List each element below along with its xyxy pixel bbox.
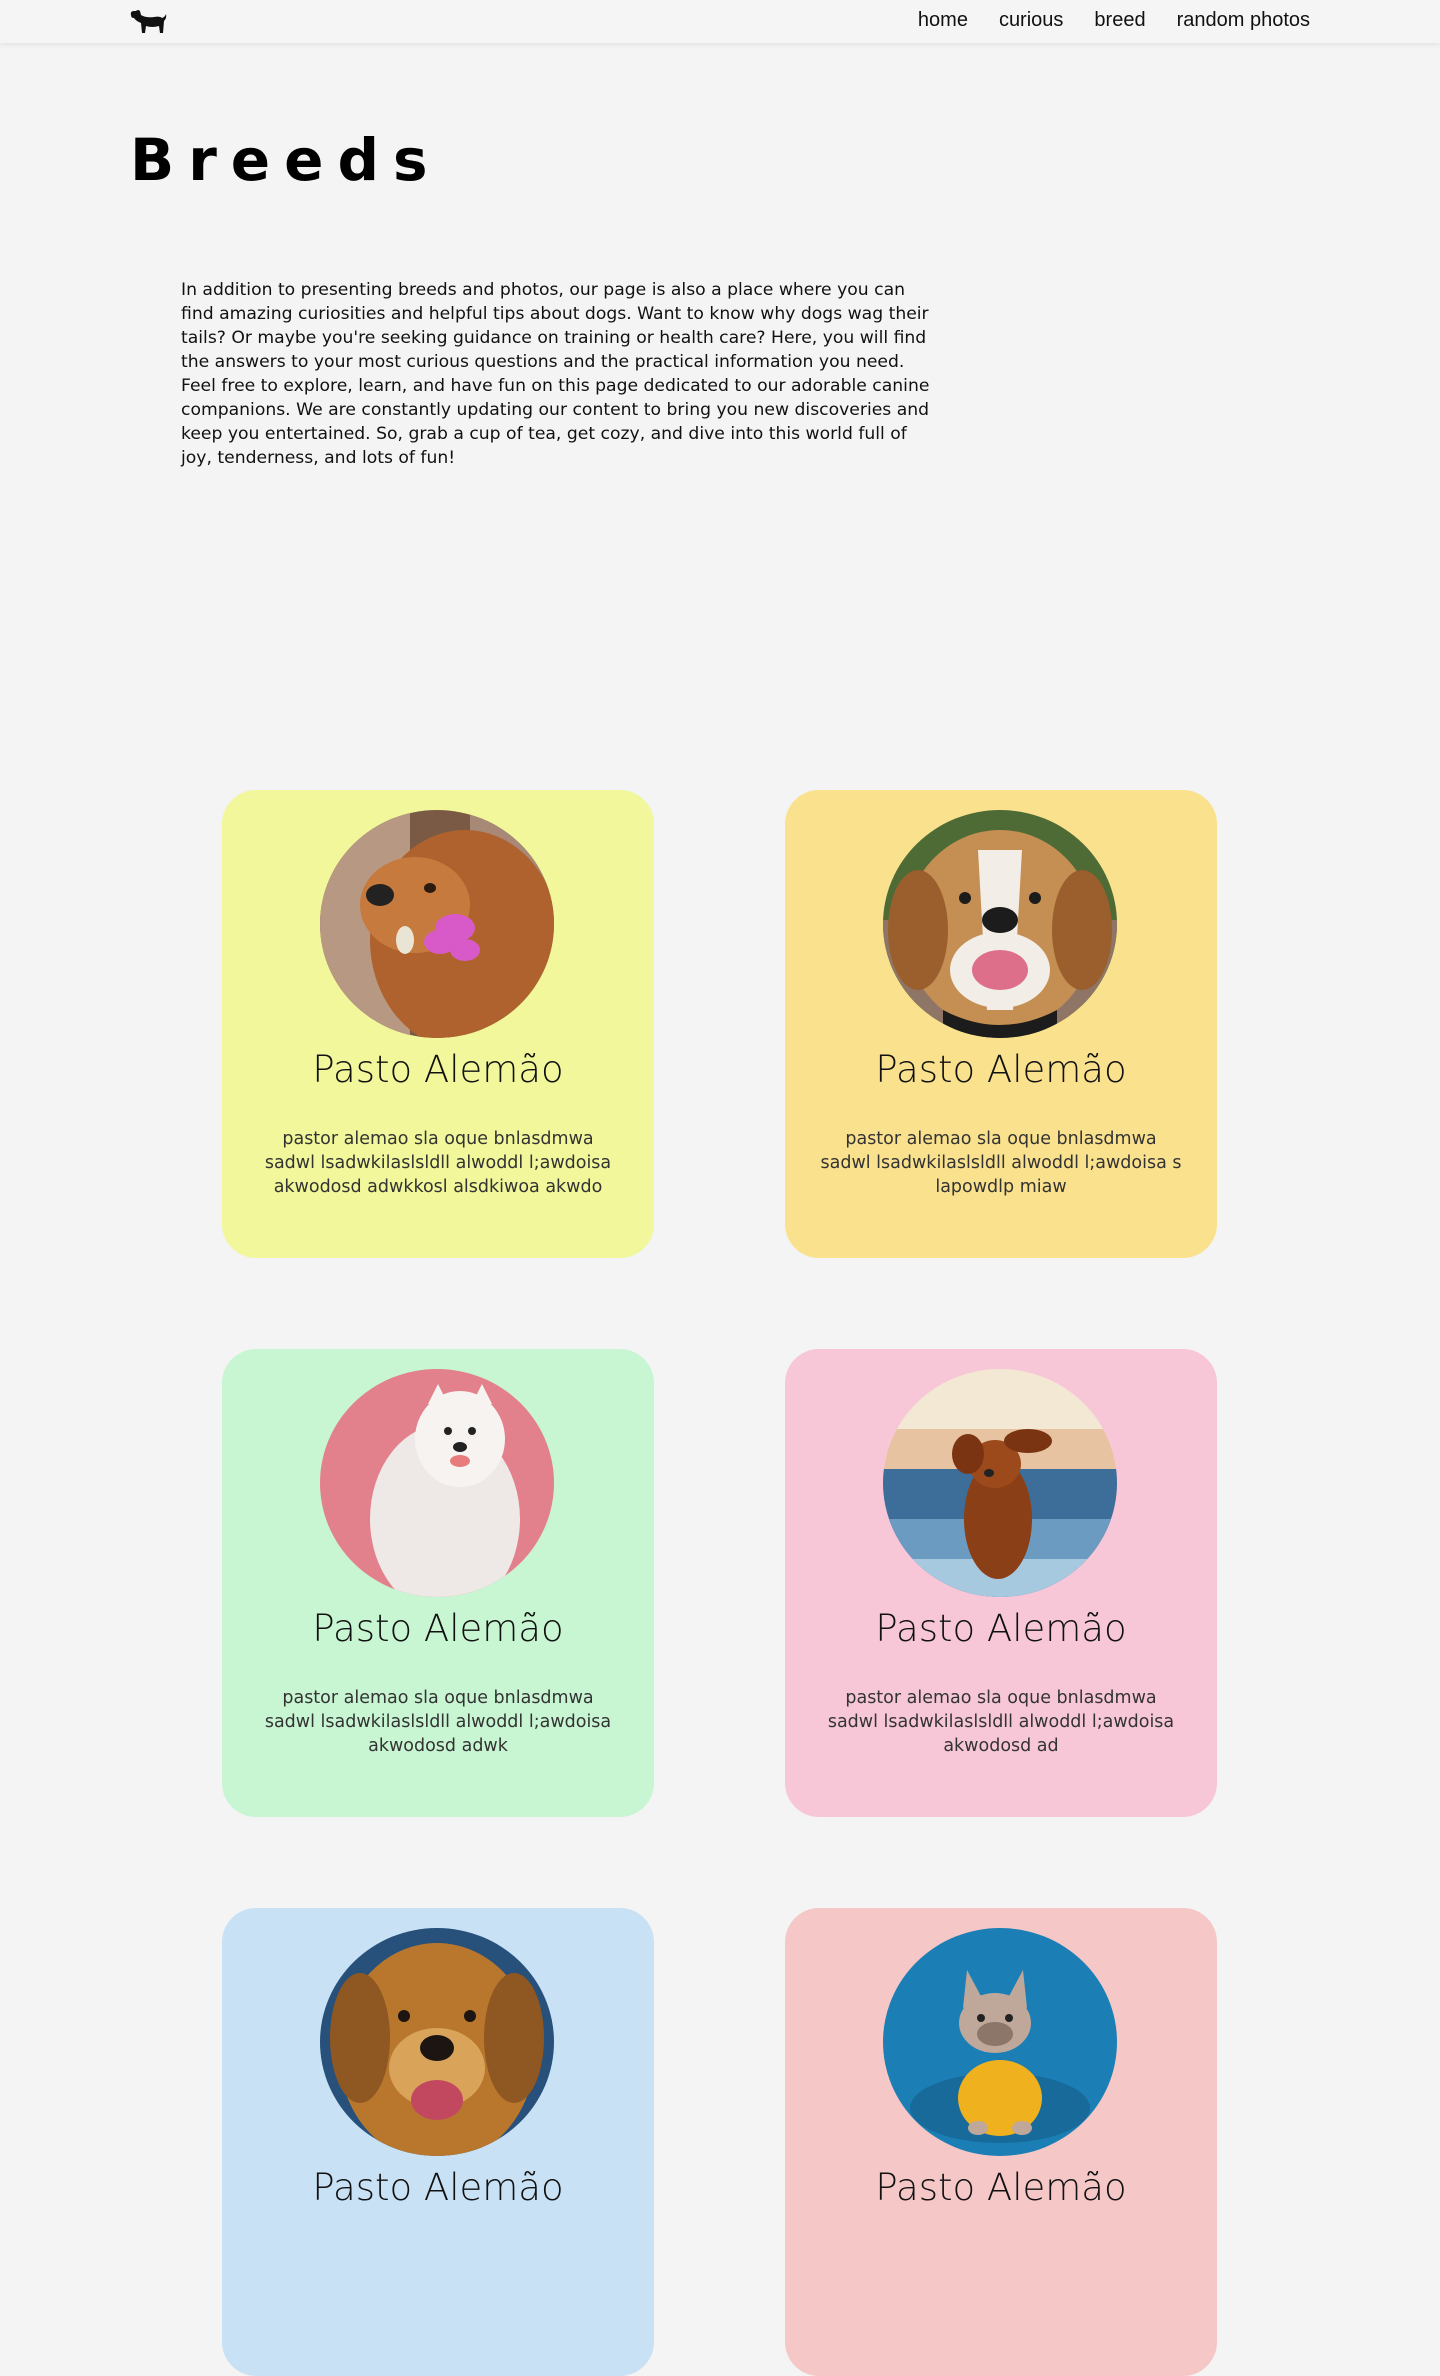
breed-photo xyxy=(883,810,1117,1038)
main-nav: home curious breed random photos xyxy=(918,9,1310,32)
breed-photo xyxy=(883,1928,1117,2156)
breed-name: Pasto Alemão xyxy=(312,1607,564,1650)
breed-photo xyxy=(883,1369,1117,1597)
breed-description: pastor alemao sla oque bnlasdmwa sadwl l… xyxy=(827,1688,1175,1756)
breed-photo xyxy=(320,810,554,1038)
breed-card[interactable]: Pasto Alemão xyxy=(222,1908,654,2376)
top-navbar: home curious breed random photos xyxy=(0,0,1440,43)
breed-description: pastor alemao sla oque bnlasdmwa sadwl l… xyxy=(264,1688,612,1756)
breed-photo xyxy=(320,1369,554,1597)
breed-card[interactable]: Pasto Alemão xyxy=(785,1908,1217,2376)
breed-card[interactable]: Pasto Alemão pastor alemao sla oque bnla… xyxy=(785,790,1217,1258)
nav-link-curious[interactable]: curious xyxy=(999,9,1063,32)
breed-name: Pasto Alemão xyxy=(875,2166,1127,2209)
breed-name: Pasto Alemão xyxy=(312,2166,564,2209)
breed-photo xyxy=(320,1928,554,2156)
nav-link-home[interactable]: home xyxy=(918,9,968,32)
breed-card[interactable]: Pasto Alemão pastor alemao sla oque bnla… xyxy=(222,1349,654,1817)
nav-link-random-photos[interactable]: random photos xyxy=(1177,9,1310,32)
intro-text: In addition to presenting breeds and pho… xyxy=(181,278,941,470)
intro-paragraph: In addition to presenting breeds and pho… xyxy=(181,280,929,372)
breed-name: Pasto Alemão xyxy=(312,1048,564,1091)
breed-card[interactable]: Pasto Alemão pastor alemao sla oque bnla… xyxy=(222,790,654,1258)
breed-description: pastor alemao sla oque bnlasdmwa sadwl l… xyxy=(820,1129,1182,1197)
breed-card[interactable]: Pasto Alemão pastor alemao sla oque bnla… xyxy=(785,1349,1217,1817)
nav-link-breed[interactable]: breed xyxy=(1094,9,1145,32)
intro-paragraph: Feel free to explore, learn, and have fu… xyxy=(181,376,930,468)
page-title: Breeds xyxy=(130,126,442,194)
dog-silhouette-icon[interactable] xyxy=(128,6,168,38)
breed-description: pastor alemao sla oque bnlasdmwa sadwl l… xyxy=(264,1129,612,1197)
breed-name: Pasto Alemão xyxy=(875,1607,1127,1650)
breed-name: Pasto Alemão xyxy=(875,1048,1127,1091)
